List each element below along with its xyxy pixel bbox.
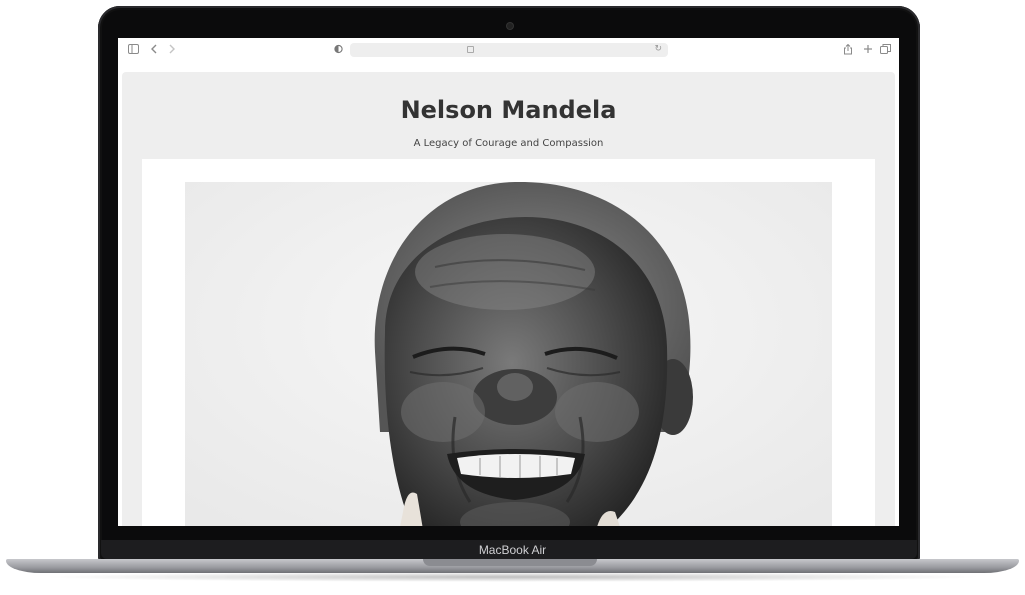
- new-tab-icon[interactable]: [863, 44, 873, 56]
- browser-toolbar: ↻: [118, 38, 899, 64]
- hero-portrait-image: [185, 182, 832, 526]
- page-title: Nelson Mandela: [400, 96, 617, 124]
- laptop-opening-notch: [423, 559, 597, 566]
- sidebar-icon[interactable]: [128, 44, 139, 56]
- back-icon[interactable]: [150, 44, 158, 56]
- web-page: Nelson Mandela A Legacy of Courage and C…: [122, 72, 895, 526]
- laptop-shadow: [40, 572, 985, 582]
- laptop-screen: ↻ Nelson Mandela A Legacy of Courage and…: [118, 38, 899, 526]
- page-subtitle: A Legacy of Courage and Compassion: [413, 138, 604, 149]
- webcam: [507, 23, 513, 29]
- device-label: MacBook Air: [478, 543, 547, 557]
- share-icon[interactable]: [843, 43, 853, 56]
- address-bar[interactable]: ↻: [350, 43, 668, 57]
- lock-icon: [467, 46, 474, 53]
- privacy-shield-icon[interactable]: [334, 44, 343, 56]
- reload-icon[interactable]: ↻: [654, 44, 662, 54]
- forward-icon[interactable]: [168, 44, 176, 56]
- content-card: [142, 159, 875, 526]
- tab-overview-icon[interactable]: [880, 44, 891, 56]
